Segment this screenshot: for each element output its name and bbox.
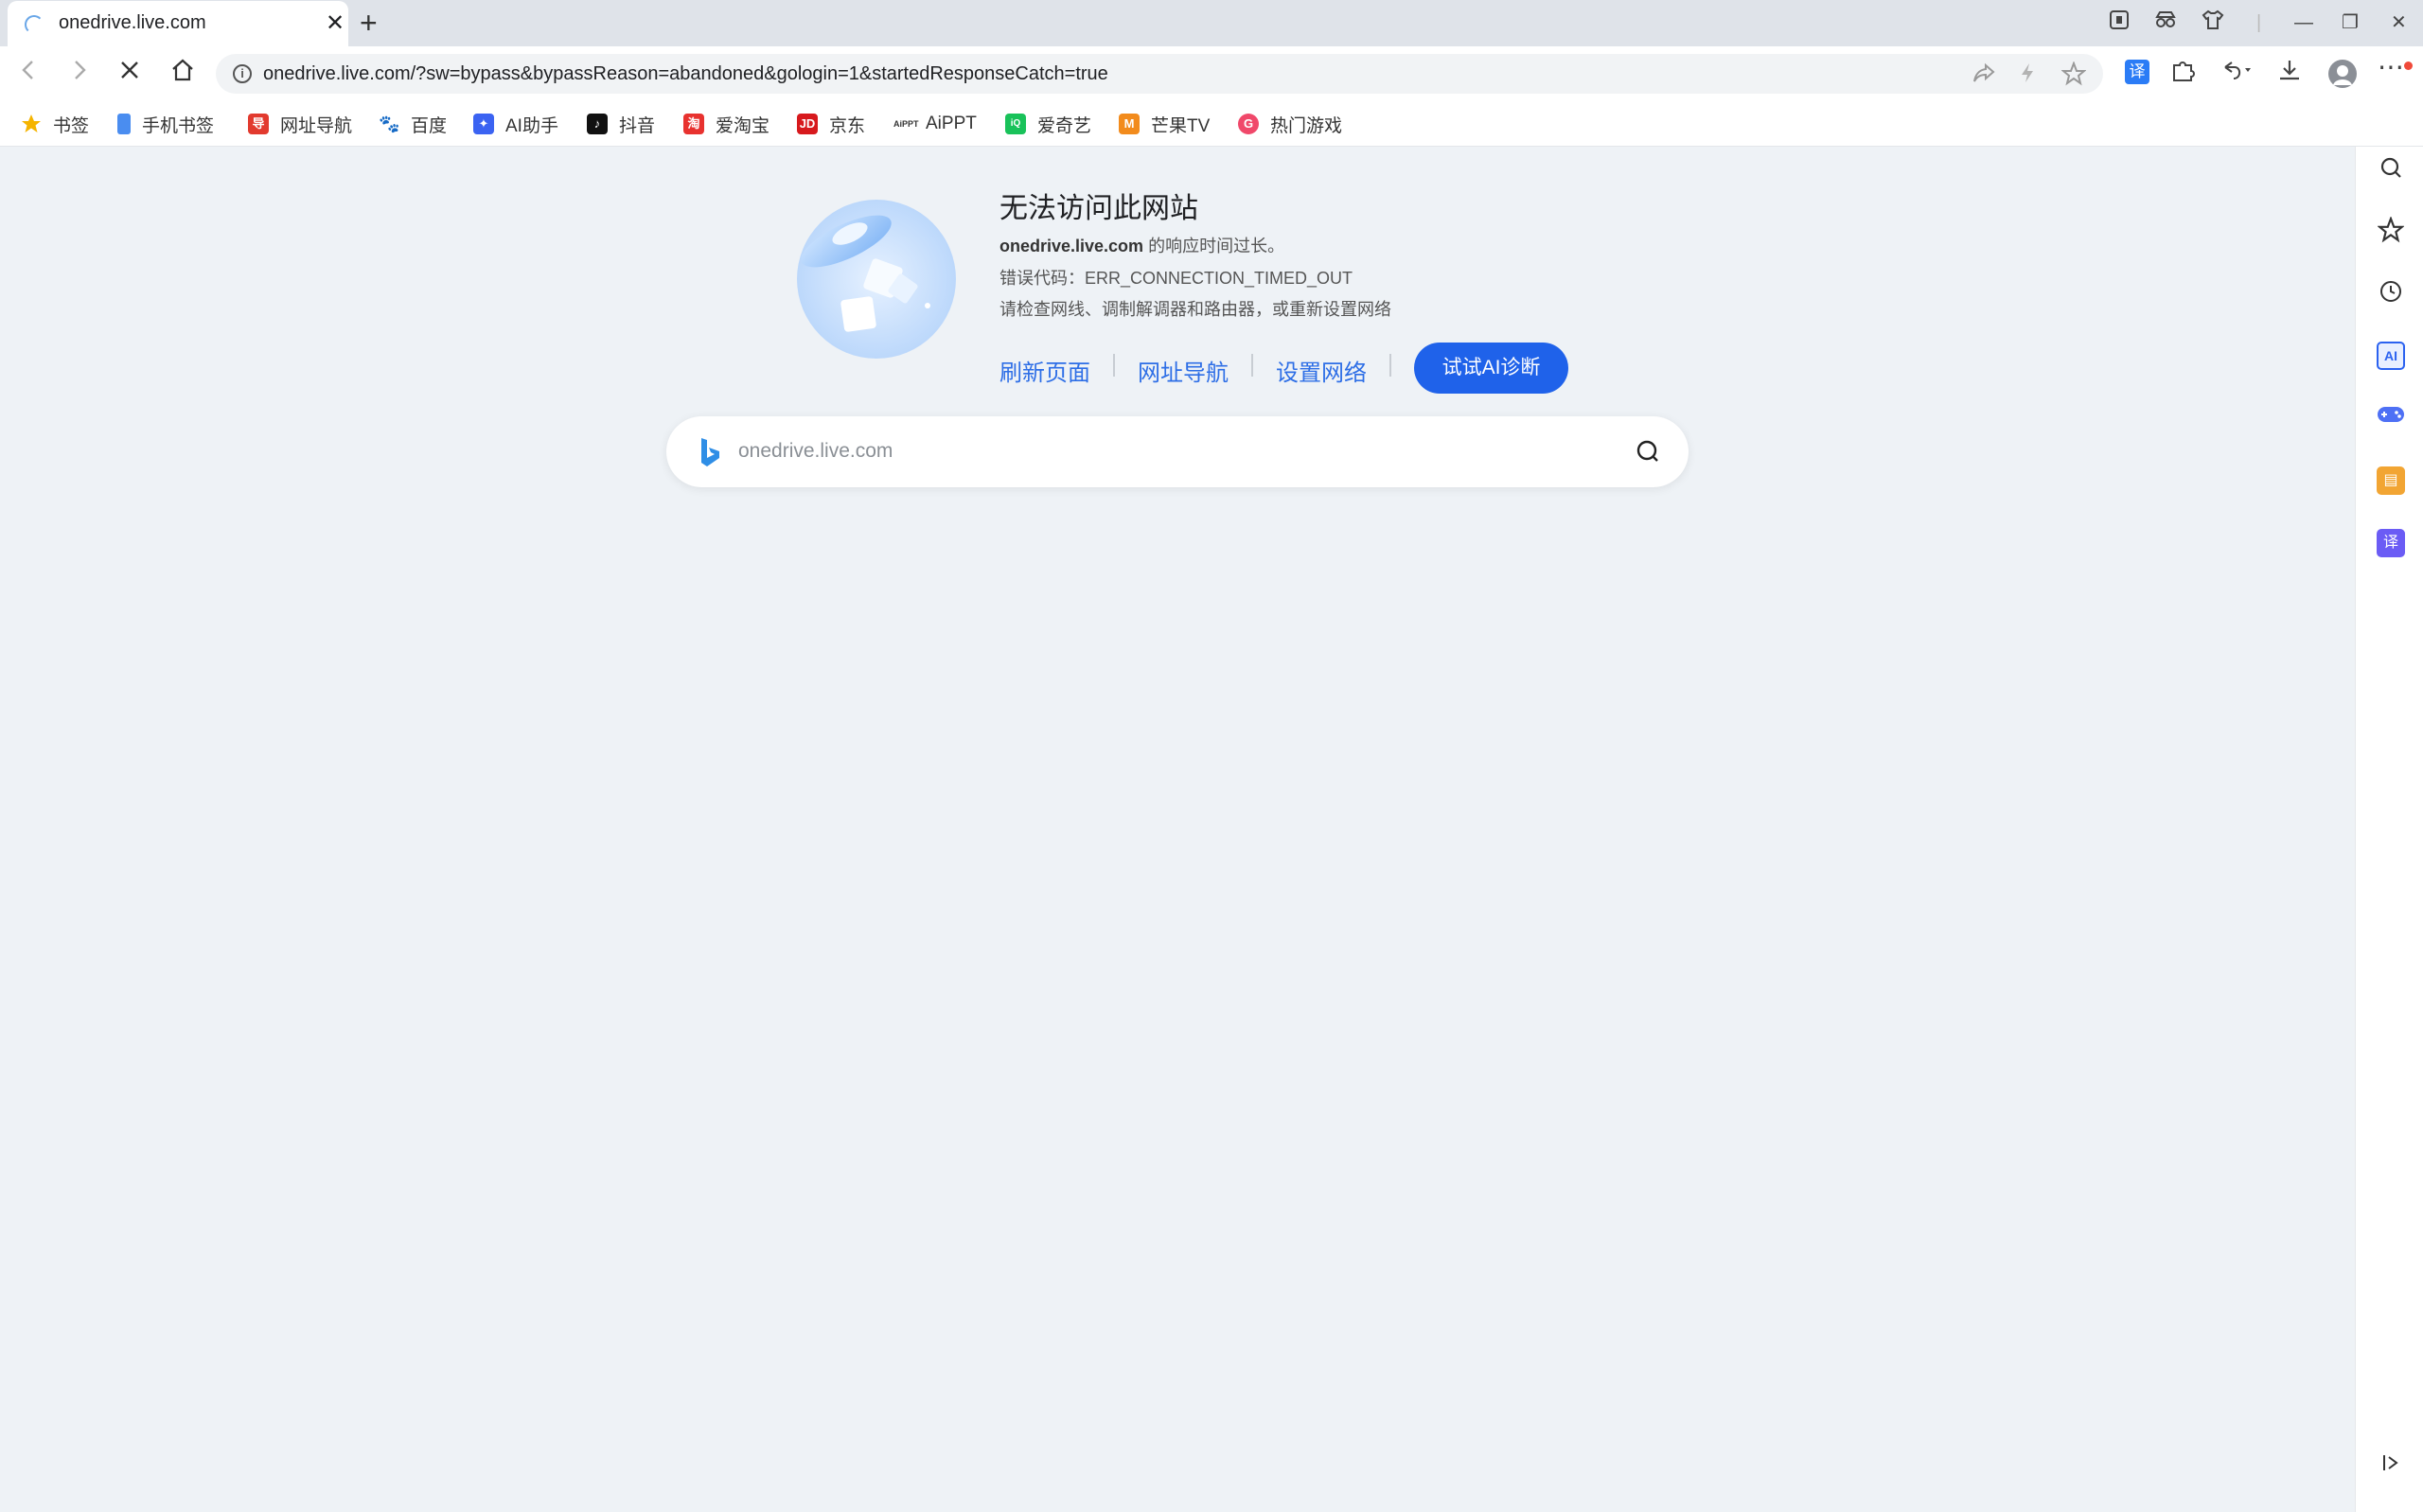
bing-logo-icon [701,438,719,466]
bookmark-item[interactable]: JD 京东 [797,111,865,137]
bookmark-item[interactable]: 淘 爱淘宝 [683,111,769,137]
bookmarks-bar: 书签 手机书签 导 网址导航 🐾 百度 ✦ AI助手 ♪ 抖音 淘 爱淘宝 JD… [0,101,2423,147]
nav-icon: 导 [248,114,269,134]
tab-title: onedrive.live.com [59,12,206,33]
bookmark-item[interactable]: 书签 [21,111,89,137]
games-icon: G [1238,114,1259,134]
bookmark-item[interactable]: ✦ AI助手 [473,111,558,137]
forward-button[interactable] [70,58,89,88]
bookmark-label: 芒果TV [1151,115,1211,136]
tab-search-icon[interactable] [2109,9,2130,38]
navigation-toolbar: i onedrive.live.com/?sw=bypass&bypassRea… [0,46,2423,101]
share-icon[interactable] [1972,62,1995,90]
aippt-icon: AiPPT [893,114,919,134]
baidu-icon: 🐾 [379,114,400,134]
new-tab-button[interactable]: + [360,6,378,40]
address-bar[interactable]: i onedrive.live.com/?sw=bypass&bypassRea… [216,54,2103,94]
stop-loading-button[interactable] [119,58,140,88]
bookmark-label: 网址导航 [280,115,353,136]
star-icon [22,114,41,132]
bookmark-label: 抖音 [619,115,656,136]
lightning-icon[interactable] [2018,62,2037,90]
bookmark-label: 热门游戏 [1270,115,1343,136]
bookmark-label: 百度 [411,115,448,136]
bookmark-label: 书签 [53,115,90,136]
loading-spinner-icon [25,15,44,34]
iqiyi-icon: iQ [1005,114,1026,134]
bookmark-item[interactable]: M 芒果TV [1119,111,1210,137]
toolbox-icon[interactable]: ▤ [2377,466,2405,495]
site-info-icon[interactable]: i [233,64,252,83]
search-box[interactable] [666,416,1689,487]
taobao-icon: 淘 [683,114,704,134]
home-button[interactable] [170,58,195,89]
bookmark-label: 手机书签 [142,115,215,136]
error-code: 错误代码：ERR_CONNECTION_TIMED_OUT [999,269,1353,288]
url-text[interactable]: onedrive.live.com/?sw=bypass&bypassReaso… [263,63,1108,85]
search-input[interactable] [738,430,1609,473]
user-avatar[interactable] [2328,60,2357,88]
bookmark-item[interactable]: ♪ 抖音 [587,111,655,137]
bookmark-item[interactable]: 手机书签 [117,111,214,137]
favorites-star-icon[interactable] [2377,216,2405,245]
translate-icon[interactable]: 译 [2125,60,2149,84]
tab-strip: onedrive.live.com ✕ + | — ❐ ✕ [0,0,2423,46]
download-icon[interactable] [2277,58,2302,91]
notification-dot [2404,62,2413,70]
error-host: onedrive.live.com [999,237,1144,255]
error-hint: 请检查网线、调制解调器和路由器，或重新设置网络 [999,300,1391,319]
tab-onedrive[interactable]: onedrive.live.com ✕ [8,1,348,46]
network-settings-link[interactable]: 设置网络 [1276,354,1367,387]
link-divider [1251,354,1253,377]
maximize-button[interactable]: ❐ [2342,9,2359,36]
ai-assistant-icon: ✦ [473,114,494,134]
ufo-illustration [797,200,956,359]
bookmark-label: 京东 [829,115,866,136]
extensions-icon[interactable] [2170,58,2195,91]
jd-icon: JD [797,114,818,134]
link-divider [1389,354,1391,377]
history-clock-icon[interactable] [2377,279,2405,308]
bookmark-label: AiPPT [926,114,977,133]
search-icon[interactable] [1636,439,1660,464]
douyin-icon: ♪ [587,114,608,134]
bookmark-item[interactable]: 🐾 百度 [379,111,447,137]
undo-menu-icon[interactable] [2220,58,2253,91]
collapse-sidebar-icon[interactable] [2377,1452,2405,1481]
browser-sidebar: AI ▤ 译 [2355,147,2423,1512]
bookmark-item[interactable]: 导 网址导航 [248,111,352,137]
mango-icon: M [1119,114,1140,134]
close-icon[interactable]: ✕ [326,10,345,37]
search-icon[interactable] [2377,155,2405,184]
bookmark-star-icon[interactable] [2060,61,2087,92]
bookmark-label: 爱奇艺 [1037,115,1092,136]
ai-diagnose-button[interactable]: 试试AI诊断 [1414,343,1568,394]
error-description: onedrive.live.com 的响应时间过长。 [999,233,1284,257]
titlebar-divider: | [2256,12,2262,33]
more-menu-icon[interactable]: ⋯ [2378,52,2404,82]
bookmark-item[interactable]: AiPPT AiPPT [893,111,977,137]
link-divider [1113,354,1115,377]
shirt-skin-icon[interactable] [2202,9,2224,38]
refresh-page-link[interactable]: 刷新页面 [999,354,1090,387]
back-button[interactable] [19,58,38,88]
bookmark-label: 爱淘宝 [716,115,770,136]
close-window-button[interactable]: ✕ [2391,9,2407,36]
bookmark-item[interactable]: G 热门游戏 [1238,111,1342,137]
incognito-icon[interactable] [2154,9,2177,38]
error-title: 无法访问此网站 [999,193,1198,224]
bookmark-item[interactable]: iQ 爱奇艺 [1005,111,1091,137]
gamepad-icon[interactable] [2377,404,2405,432]
bookmark-label: AI助手 [505,115,558,136]
error-host-suffix: 的响应时间过长。 [1143,237,1285,255]
ai-icon[interactable]: AI [2377,342,2405,370]
translate-sidebar-icon[interactable]: 译 [2377,529,2405,557]
minimize-button[interactable]: — [2294,9,2313,36]
phone-icon [117,114,131,134]
url-navigation-link[interactable]: 网址导航 [1138,354,1229,387]
